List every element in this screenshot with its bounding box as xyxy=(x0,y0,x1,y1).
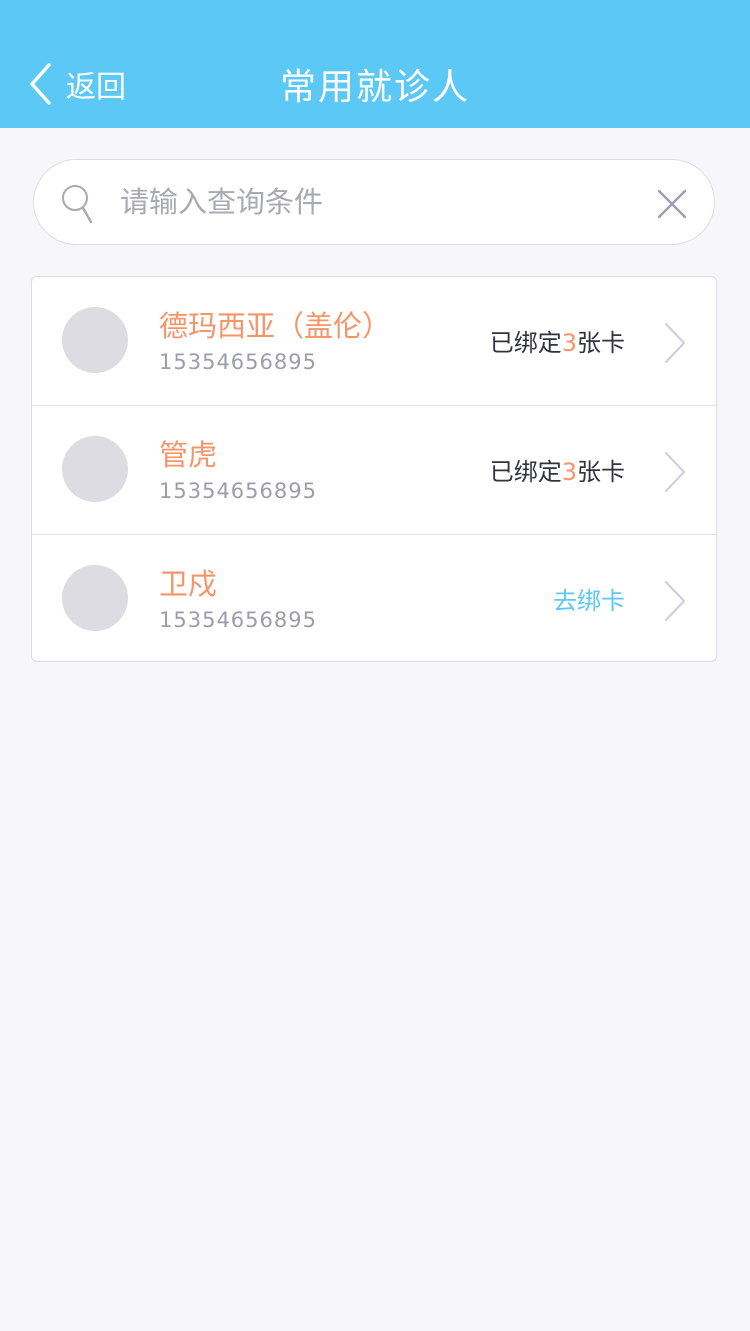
list-item[interactable]: 卫戍 15354656895 去绑卡 xyxy=(32,535,716,661)
list-item[interactable]: 德玛西亚（盖伦） 15354656895 已绑定3张卡 xyxy=(32,277,716,406)
patient-phone: 15354656895 xyxy=(159,350,317,374)
card-status: 已绑定3张卡 xyxy=(490,452,625,487)
nav-bar: 返回 常用就诊人 xyxy=(0,0,750,128)
patient-name: 卫戍 xyxy=(159,567,218,601)
patient-phone: 15354656895 xyxy=(159,608,317,632)
card-status-prefix: 已绑定 xyxy=(489,329,562,357)
patient-name: 管虎 xyxy=(159,438,218,472)
list-item[interactable]: 管虎 15354656895 已绑定3张卡 xyxy=(32,406,716,535)
chevron-right-icon xyxy=(664,322,686,368)
avatar xyxy=(62,565,128,631)
card-status-suffix: 张卡 xyxy=(577,329,625,357)
card-status: 已绑定3张卡 xyxy=(490,323,625,358)
close-icon[interactable] xyxy=(656,188,688,224)
card-status-prefix: 已绑定 xyxy=(489,458,562,486)
search-bar xyxy=(33,159,715,245)
avatar xyxy=(62,307,128,373)
card-count: 3 xyxy=(561,329,577,357)
card-status-suffix: 张卡 xyxy=(577,458,625,486)
bind-card-link[interactable]: 去绑卡 xyxy=(553,581,625,616)
chevron-right-icon xyxy=(664,451,686,497)
avatar xyxy=(62,436,128,502)
card-count: 3 xyxy=(561,458,577,486)
search-input[interactable] xyxy=(120,160,620,244)
page-title: 常用就诊人 xyxy=(279,67,470,108)
patient-name: 德玛西亚（盖伦） xyxy=(159,309,392,343)
patient-list: 德玛西亚（盖伦） 15354656895 已绑定3张卡 管虎 153546568… xyxy=(31,276,717,662)
patient-phone: 15354656895 xyxy=(159,479,317,503)
chevron-right-icon xyxy=(664,580,686,626)
search-icon xyxy=(61,184,95,228)
